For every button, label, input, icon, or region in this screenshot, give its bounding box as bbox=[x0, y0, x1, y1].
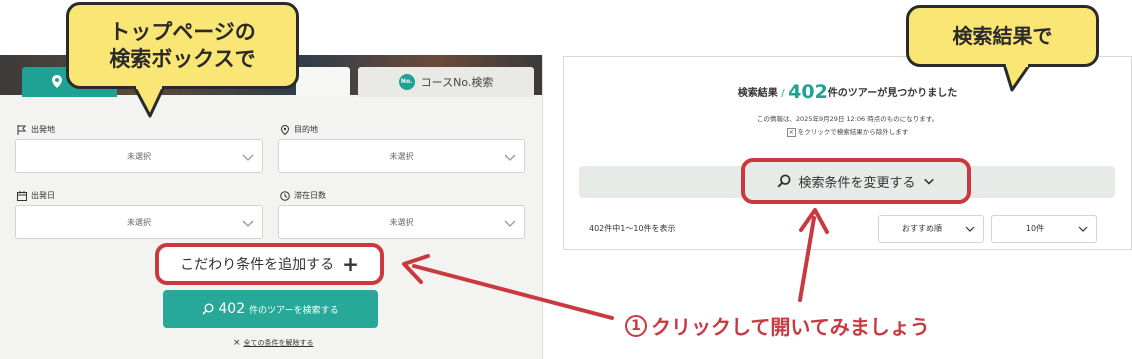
close-icon: × bbox=[233, 338, 241, 348]
search-suffix: 件のツアーを検索する bbox=[249, 305, 339, 316]
search-icon bbox=[202, 303, 214, 315]
tab-course-number-search[interactable]: No. コースNo.検索 bbox=[358, 67, 534, 97]
departure-value: 未選択 bbox=[127, 152, 151, 161]
map-pin-icon bbox=[52, 75, 62, 88]
close-box-icon: × bbox=[786, 127, 796, 137]
instruction-text: 1 クリックして開いてみましょう bbox=[625, 311, 930, 340]
callout-right-tail bbox=[1002, 64, 1032, 92]
results-heading-suffix: 件のツアーが見つかりました bbox=[827, 88, 958, 99]
results-count: 402 bbox=[788, 81, 828, 103]
chevron-down-icon bbox=[504, 154, 516, 161]
result-range: 402件中1〜10件を表示 bbox=[589, 224, 676, 233]
destination-label: 目的地 bbox=[294, 125, 318, 134]
destination-label-wrap: 目的地 bbox=[280, 124, 318, 135]
results-heading: 検索結果 / 402件のツアーが見つかりました bbox=[564, 81, 1131, 103]
results-heading-slash: / bbox=[781, 88, 785, 99]
stay-days-label: 滞在日数 bbox=[294, 191, 326, 200]
destination-select[interactable]: 未選択 bbox=[278, 139, 525, 173]
chevron-down-icon bbox=[242, 154, 254, 161]
destination-value: 未選択 bbox=[389, 152, 414, 161]
per-page-value: 10件 bbox=[1025, 224, 1045, 233]
departure-date-label: 出発日 bbox=[31, 191, 55, 200]
chevron-down-icon bbox=[923, 178, 934, 185]
chevron-down-icon bbox=[242, 220, 254, 227]
sort-order-value: おすすめ順 bbox=[902, 224, 942, 233]
search-count: 402 bbox=[218, 301, 246, 317]
sort-order-select[interactable]: おすすめ順 bbox=[878, 215, 984, 243]
exclude-hint-text: をクリックで検索結果から除外します bbox=[797, 128, 909, 136]
clear-all-label: 全ての条件を解除する bbox=[243, 339, 314, 347]
stay-days-value: 未選択 bbox=[389, 218, 414, 227]
callout-top-page: トップページの 検索ボックスで bbox=[66, 2, 299, 89]
change-conditions-button[interactable]: 検索条件を変更する bbox=[741, 158, 971, 204]
per-page-select[interactable]: 10件 bbox=[991, 215, 1097, 243]
exclude-hint: × をクリックで検索結果から除外します bbox=[564, 126, 1131, 137]
callout-left-line1: トップページの bbox=[109, 20, 256, 44]
results-heading-prefix: 検索結果 bbox=[737, 88, 778, 99]
departure-date-label-wrap: 出発日 bbox=[17, 190, 55, 201]
chevron-down-icon bbox=[965, 226, 975, 232]
flag-icon bbox=[17, 124, 27, 135]
search-results-panel: 検索結果 / 402件のツアーが見つかりました この情報は、2025年9月29日… bbox=[563, 56, 1132, 250]
callout-left-line2: 検索ボックスで bbox=[109, 47, 256, 71]
instruction-label: クリックして開いてみましょう bbox=[651, 315, 930, 339]
callout-left-tail bbox=[132, 86, 166, 118]
info-timestamp: この情報は、2025年9月29日 12:06 時点のものになります。 bbox=[756, 115, 939, 123]
stay-days-label-wrap: 滞在日数 bbox=[280, 190, 326, 201]
departure-date-value: 未選択 bbox=[127, 218, 151, 227]
course-number-badge-icon: No. bbox=[398, 74, 415, 90]
plus-icon: + bbox=[342, 252, 359, 276]
clock-icon bbox=[280, 190, 290, 201]
clear-all-conditions-link[interactable]: × 全ての条件を解除する bbox=[233, 338, 314, 348]
change-conditions-label: 検索条件を変更する bbox=[798, 175, 916, 191]
departure-date-select[interactable]: 未選択 bbox=[15, 205, 263, 239]
departure-select[interactable]: 未選択 bbox=[15, 139, 263, 173]
tab-middle[interactable] bbox=[296, 67, 350, 97]
add-conditions-button[interactable]: こだわり条件を追加する + bbox=[155, 243, 384, 285]
departure-label-wrap: 出発地 bbox=[17, 124, 55, 135]
search-tours-button[interactable]: 402 件のツアーを検索する bbox=[163, 290, 378, 328]
chevron-down-icon bbox=[504, 220, 516, 227]
add-conditions-label: こだわり条件を追加する bbox=[180, 257, 335, 273]
step-number-badge: 1 bbox=[625, 314, 647, 337]
tab-course-label: コースNo.検索 bbox=[420, 76, 494, 89]
map-pin-outline-icon bbox=[280, 124, 290, 135]
callout-results: 検索結果で bbox=[906, 5, 1099, 67]
stay-days-select[interactable]: 未選択 bbox=[278, 205, 525, 239]
departure-label: 出発地 bbox=[31, 125, 55, 134]
search-icon bbox=[777, 174, 791, 188]
top-page-search-box: No. コースNo.検索 出発地 未選択 目的地 未選択 出発日 未選択 滞在日… bbox=[0, 55, 543, 359]
chevron-down-icon bbox=[1078, 226, 1088, 232]
calendar-icon bbox=[17, 190, 27, 201]
